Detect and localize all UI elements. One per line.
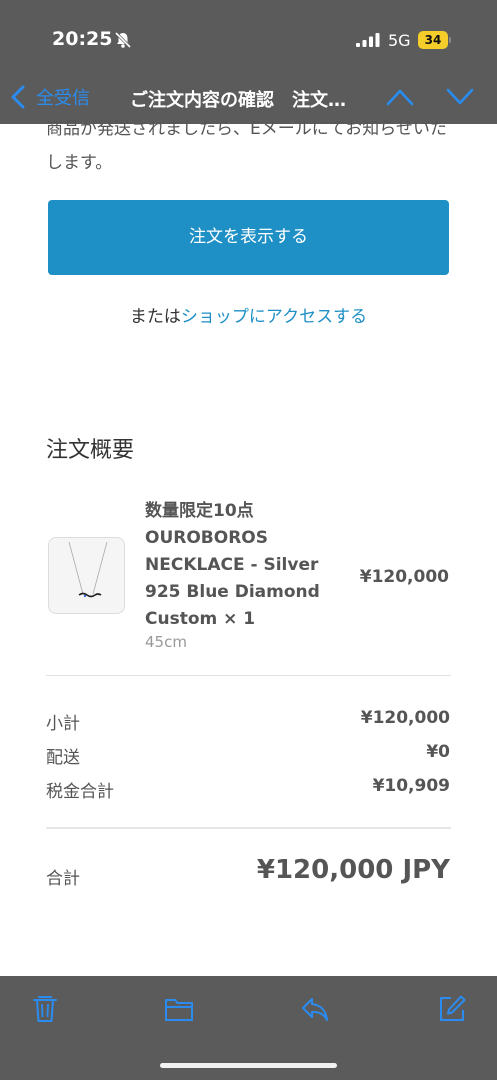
- network-type: 5G: [388, 31, 411, 50]
- home-indicator[interactable]: [160, 1063, 337, 1068]
- product-name: 数量限定10点 OUROBOROS NECKLACE - Silver 925 …: [145, 501, 320, 629]
- chevron-up-icon[interactable]: [386, 88, 414, 106]
- subtotal-value: ¥120,000: [360, 708, 450, 728]
- shipping-label: 配送: [46, 748, 80, 768]
- product-image: [48, 537, 125, 614]
- folder-icon[interactable]: [164, 994, 194, 1024]
- shipping-notice: 商品が発送されましたら、Eメールにてお知らせいたします。: [46, 119, 447, 173]
- subtotal-label: 小計: [46, 714, 80, 734]
- back-button[interactable]: 全受信: [10, 82, 90, 112]
- bell-off-icon: [114, 31, 132, 49]
- battery-level: 34: [424, 33, 442, 47]
- status-time: 20:25: [52, 28, 113, 50]
- product-variant: 45cm: [145, 633, 187, 651]
- chevron-left-icon: [11, 85, 25, 109]
- cellular-signal-icon: [356, 33, 380, 47]
- shop-link[interactable]: ショップにアクセスする: [181, 307, 367, 327]
- status-bar: 20:25 5G 34: [0, 0, 497, 72]
- shipping-value: ¥0: [426, 742, 450, 762]
- tax-label: 税金合計: [46, 782, 114, 802]
- product-price: ¥120,000: [359, 567, 449, 587]
- or-text: または: [129, 307, 181, 327]
- compose-icon[interactable]: [437, 994, 467, 1024]
- or-line: またはショップにアクセスする: [0, 302, 497, 327]
- necklace-icon: [68, 541, 108, 598]
- tax-value: ¥10,909: [372, 776, 450, 796]
- chevron-down-icon[interactable]: [446, 88, 474, 106]
- order-summary-title: 注文概要: [46, 438, 135, 463]
- divider: [46, 827, 451, 829]
- total-label: 合計: [46, 869, 80, 889]
- view-order-button[interactable]: 注文を表示する: [48, 200, 449, 275]
- divider: [46, 675, 451, 676]
- battery-icon: 34: [418, 31, 452, 49]
- total-value: ¥120,000 JPY: [256, 855, 450, 885]
- trash-icon[interactable]: [30, 994, 60, 1024]
- mail-toolbar: [0, 976, 497, 1080]
- back-label: 全受信: [36, 88, 90, 109]
- reply-icon[interactable]: [300, 994, 330, 1024]
- nav-title: ご注文内容の確認 注文…: [130, 90, 346, 111]
